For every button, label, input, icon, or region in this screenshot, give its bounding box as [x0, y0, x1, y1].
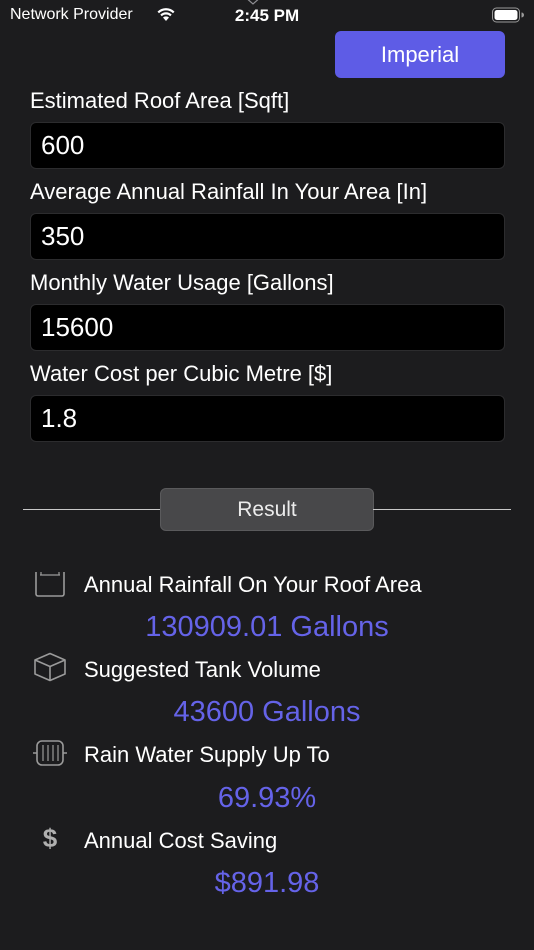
- supply-label: Rain Water Supply Up To: [84, 742, 330, 767]
- app-screen: Network Provider 2:45 PM Imperial Estima…: [0, 0, 534, 950]
- container-icon: [35, 572, 65, 597]
- divider-right: [373, 509, 511, 510]
- status-time: 2:45 PM: [234, 6, 300, 25]
- cube-icon: [34, 652, 66, 682]
- supply-value: 69.93%: [217, 782, 317, 814]
- status-bar: Network Provider 2:45 PM: [0, 0, 534, 30]
- roof-rainfall-label: Annual Rainfall On Your Roof Area: [84, 572, 422, 597]
- water-cost-input[interactable]: [30, 395, 505, 442]
- annual-rainfall-input[interactable]: [30, 213, 505, 260]
- cost-saving-label: Annual Cost Saving: [84, 828, 278, 853]
- notch-indicator-icon: [247, 0, 259, 5]
- water-cost-label: Water Cost per Cubic Metre [$]: [30, 361, 333, 386]
- unit-system-toggle-button[interactable]: Imperial: [335, 31, 505, 78]
- roof-area-label: Estimated Roof Area [Sqft]: [30, 88, 290, 113]
- roof-area-input[interactable]: [30, 122, 505, 169]
- dollar-icon: $: [43, 823, 58, 853]
- tank-volume-label: Suggested Tank Volume: [84, 657, 321, 682]
- result-button[interactable]: Result: [160, 488, 374, 531]
- monthly-usage-input[interactable]: [30, 304, 505, 351]
- tank-icon: [33, 740, 67, 766]
- roof-rainfall-value: 130909.01 Gallons: [145, 611, 389, 643]
- svg-text:$: $: [43, 823, 58, 853]
- monthly-usage-label: Monthly Water Usage [Gallons]: [30, 270, 334, 295]
- cost-saving-value: $891.98: [214, 867, 320, 899]
- tank-volume-value: 43600 Gallons: [173, 696, 361, 728]
- divider-left: [23, 509, 161, 510]
- annual-rainfall-label: Average Annual Rainfall In Your Area [In…: [30, 179, 428, 204]
- battery-icon: [492, 7, 524, 23]
